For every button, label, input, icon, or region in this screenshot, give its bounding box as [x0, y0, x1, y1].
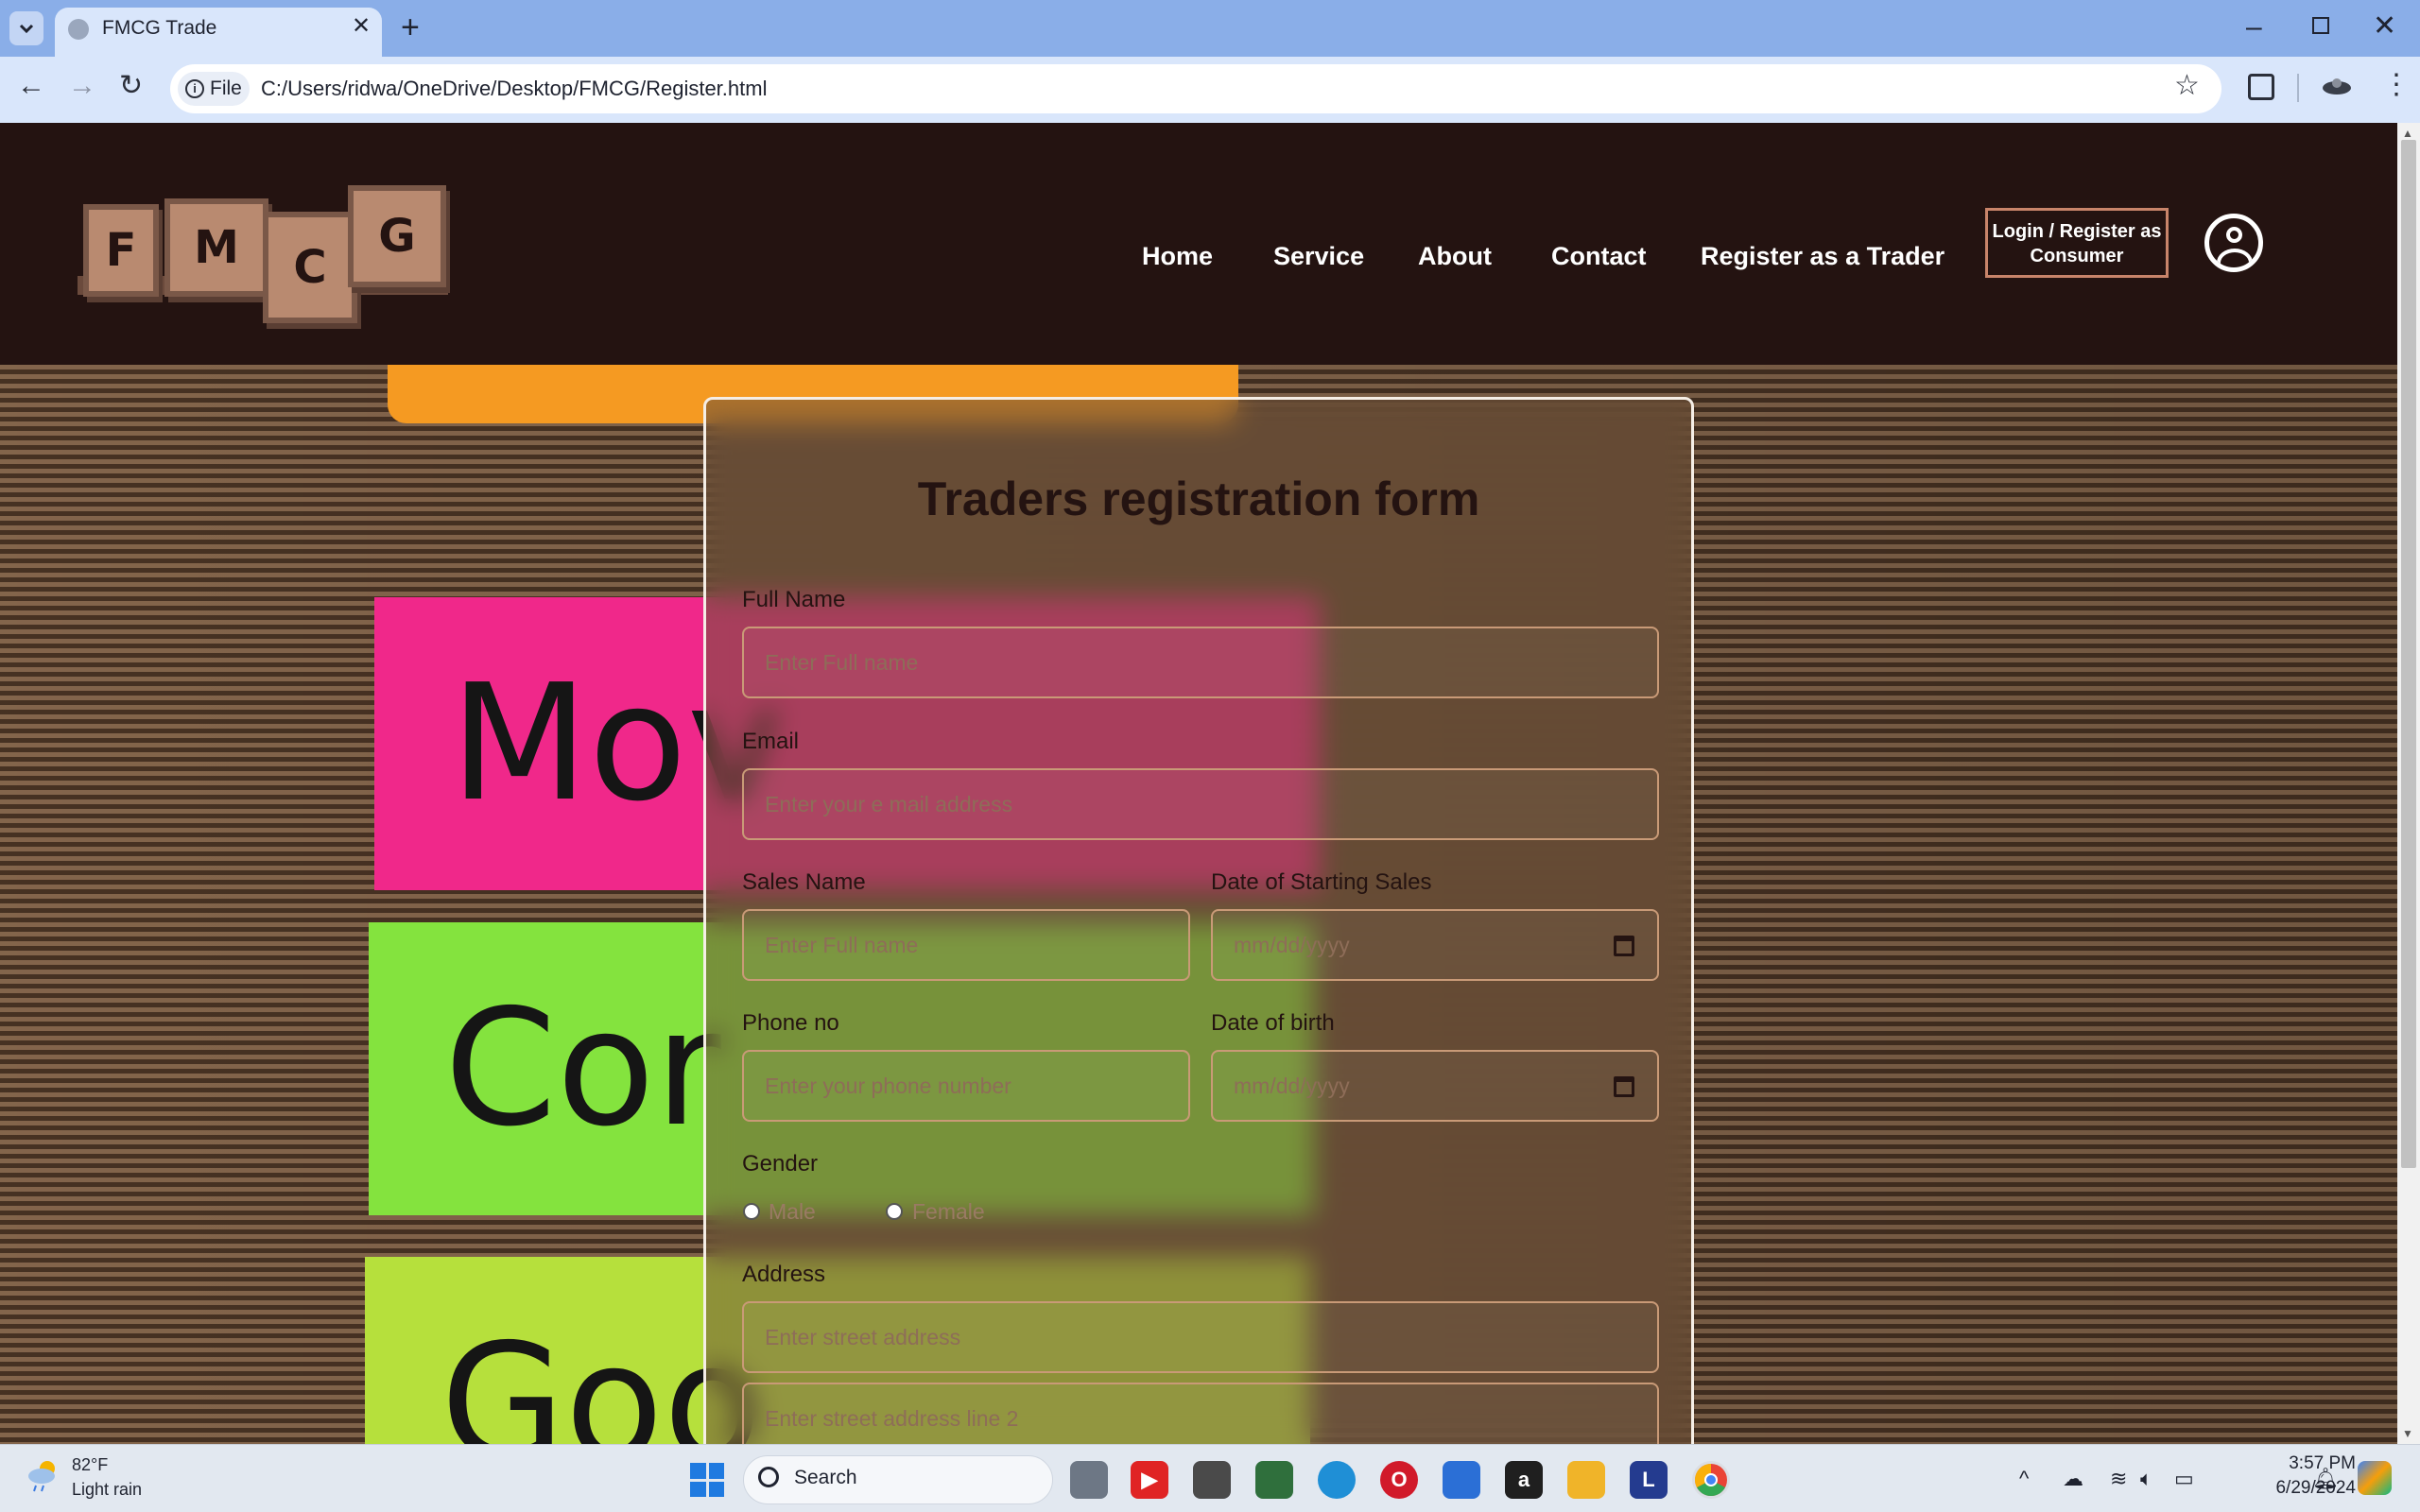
gender-male-label[interactable]: Male: [769, 1199, 816, 1225]
new-tab-button[interactable]: +: [401, 11, 420, 43]
login-register-consumer-button[interactable]: Login / Register as Consumer: [1985, 208, 2169, 278]
scroll-down-arrow-icon[interactable]: ▼: [2402, 1427, 2413, 1440]
street-address-line2-input[interactable]: Enter street address line 2: [742, 1383, 1659, 1444]
scroll-up-arrow-icon[interactable]: ▲: [2402, 127, 2413, 140]
form-title: Traders registration form: [917, 472, 1480, 525]
trader-registration-form: Traders registration form Full Name Ente…: [703, 397, 1694, 1444]
url-text[interactable]: C:/Users/ridwa/OneDrive/Desktop/FMCG/Reg…: [261, 77, 767, 101]
file-explorer-icon[interactable]: [1567, 1461, 1605, 1499]
chrome-browser-icon[interactable]: [1692, 1461, 1730, 1499]
user-account-icon[interactable]: [2204, 214, 2263, 272]
tab-search-button[interactable]: [9, 11, 43, 45]
clock-time[interactable]: 3:57 PM: [2242, 1453, 2356, 1474]
close-window-button[interactable]: ✕: [2373, 9, 2396, 43]
tab-title: FMCG Trade: [102, 17, 217, 39]
forward-arrow-icon[interactable]: →: [68, 72, 96, 100]
dob-placeholder: mm/dd/yyyy: [1234, 1073, 1350, 1098]
task-view-icon[interactable]: [1070, 1461, 1108, 1499]
scrollbar-thumb[interactable]: [2401, 140, 2416, 1168]
gender-label: Gender: [742, 1151, 819, 1177]
info-icon: i: [185, 79, 204, 98]
notification-bell-icon[interactable]: 🔔︎: [2312, 1467, 2339, 1491]
edge-browser-icon[interactable]: [1318, 1461, 1356, 1499]
amazon-icon[interactable]: a: [1505, 1461, 1543, 1499]
extensions-icon[interactable]: [2248, 74, 2274, 100]
back-arrow-icon[interactable]: ←: [17, 72, 45, 100]
tray-overflow-chevron-icon[interactable]: ^: [2019, 1467, 2029, 1491]
copilot-icon[interactable]: [2358, 1461, 2392, 1495]
volume-icon[interactable]: 🔈︎: [2140, 1467, 2152, 1491]
start-date-input[interactable]: mm/dd/yyyy: [1211, 909, 1659, 981]
hero-background: Mov Cor Goo Traders registration form Fu…: [0, 365, 2397, 1444]
gender-female-radio[interactable]: [886, 1203, 903, 1220]
phone-label: Phone no: [742, 1010, 839, 1036]
battery-icon[interactable]: ▭: [2174, 1467, 2194, 1491]
onedrive-icon[interactable]: ☁: [2063, 1467, 2083, 1491]
browser-menu-icon[interactable]: ⋮: [2382, 68, 2411, 101]
file-label: File: [210, 77, 242, 99]
taskbar-search-label: Search: [794, 1467, 857, 1488]
logo-tile-c: C: [263, 212, 357, 323]
restore-window-button[interactable]: [2312, 17, 2329, 34]
chevron-down-icon: [19, 24, 34, 33]
nav-home[interactable]: Home: [1142, 242, 1213, 271]
globe-icon: [68, 19, 89, 40]
full-name-label: Full Name: [742, 587, 846, 612]
nav-register-trader[interactable]: Register as a Trader: [1701, 242, 1945, 271]
logo-tile-f: F: [83, 204, 159, 297]
windows-start-icon[interactable]: [690, 1463, 724, 1497]
fmcg-logo[interactable]: F M C G: [78, 185, 448, 323]
weather-description[interactable]: Light rain: [72, 1480, 142, 1500]
wifi-icon[interactable]: ≋: [2110, 1467, 2127, 1491]
note-text-consumer: Cor: [444, 975, 721, 1162]
calendar-icon[interactable]: [1614, 1076, 1634, 1097]
logo-tile-g: G: [348, 185, 446, 287]
street-address-input[interactable]: Enter street address: [742, 1301, 1659, 1373]
sales-name-input[interactable]: Enter Full name: [742, 909, 1190, 981]
search-icon: [758, 1467, 779, 1487]
start-date-placeholder: mm/dd/yyyy: [1234, 932, 1350, 957]
address-label: Address: [742, 1262, 826, 1287]
nav-about[interactable]: About: [1418, 242, 1492, 271]
site-header: F M C G Home Service About Contact Regis…: [0, 123, 2397, 365]
youtube-icon[interactable]: ▶: [1131, 1461, 1168, 1499]
nav-service[interactable]: Service: [1273, 242, 1364, 271]
start-date-label: Date of Starting Sales: [1211, 869, 1432, 895]
email-input[interactable]: Enter your e mail address: [742, 768, 1659, 840]
weather-temperature[interactable]: 82°F: [72, 1455, 108, 1475]
phone-input[interactable]: Enter your phone number: [742, 1050, 1190, 1122]
sales-name-label: Sales Name: [742, 869, 866, 895]
dob-input[interactable]: mm/dd/yyyy: [1211, 1050, 1659, 1122]
gender-female-label[interactable]: Female: [912, 1199, 985, 1225]
microsoft-store-icon[interactable]: [1443, 1461, 1480, 1499]
l-app-icon[interactable]: L: [1630, 1461, 1668, 1499]
bookmark-star-icon[interactable]: ☆: [2174, 72, 2200, 100]
taskbar-search-box[interactable]: [743, 1455, 1053, 1504]
full-name-input[interactable]: Enter Full name: [742, 627, 1659, 698]
profile-avatar-icon[interactable]: [2322, 74, 2352, 102]
gender-male-radio[interactable]: [743, 1203, 760, 1220]
email-label: Email: [742, 729, 800, 754]
nav-contact[interactable]: Contact: [1551, 242, 1647, 271]
page-viewport: F M C G Home Service About Contact Regis…: [0, 123, 2397, 1444]
calendar-icon[interactable]: [1614, 936, 1634, 956]
chart-app-icon[interactable]: [1255, 1461, 1293, 1499]
opera-browser-icon[interactable]: O: [1380, 1461, 1418, 1499]
logo-tile-m: M: [164, 198, 268, 297]
reload-icon[interactable]: ↻: [119, 72, 143, 100]
close-tab-icon[interactable]: ✕: [352, 15, 371, 38]
dob-label: Date of birth: [1211, 1010, 1335, 1036]
toolbar-divider: [2297, 74, 2299, 102]
photo-editor-icon[interactable]: [1193, 1461, 1231, 1499]
minimize-window-button[interactable]: –: [2246, 11, 2262, 43]
rain-cloud-icon[interactable]: [25, 1455, 62, 1493]
